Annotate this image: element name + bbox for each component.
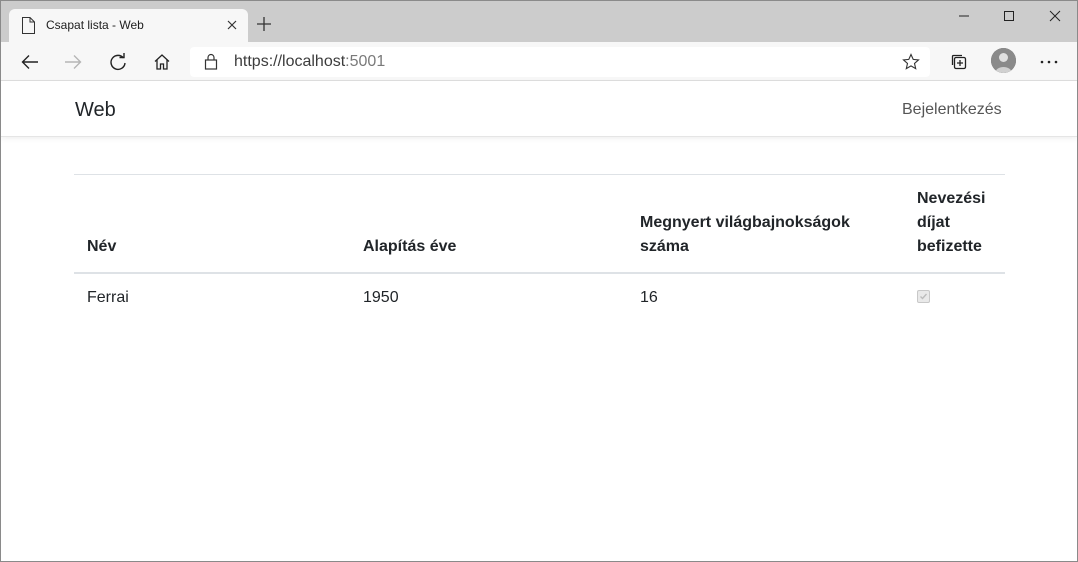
login-link[interactable]: Bejelentkezés: [902, 101, 1002, 119]
url-port: :5001: [345, 53, 386, 70]
team-table: Név Alapítás éve Megnyert világbajnokság…: [74, 175, 1005, 322]
site-navbar: Web Bejelentkezés: [1, 81, 1077, 137]
home-icon[interactable]: [148, 48, 176, 76]
table-header-row: Név Alapítás éve Megnyert világbajnokság…: [74, 175, 1005, 274]
tab-title: Csapat lista - Web: [46, 18, 144, 32]
header-name: Név: [74, 175, 350, 274]
tab-strip: Csapat lista - Web: [1, 1, 1077, 42]
team-table-wrapper: Név Alapítás éve Megnyert világbajnokság…: [74, 174, 1005, 322]
table-row: Ferrai 1950 16: [74, 273, 1005, 322]
back-icon[interactable]: [16, 48, 44, 76]
favorite-star-icon[interactable]: [902, 53, 920, 71]
header-founded: Alapítás éve: [350, 175, 627, 274]
url-text[interactable]: https://localhost:5001: [234, 53, 385, 71]
new-tab-icon[interactable]: [255, 15, 273, 33]
lock-icon[interactable]: [204, 53, 218, 70]
tab-close-icon[interactable]: [224, 17, 240, 33]
minimize-icon[interactable]: [941, 1, 987, 31]
browser-tab[interactable]: Csapat lista - Web: [9, 9, 248, 42]
url-host: https://localhost: [234, 53, 346, 70]
window-close-icon[interactable]: [1032, 1, 1077, 31]
browser-window: Csapat lista - Web https://localhost:500…: [0, 0, 1078, 562]
forward-icon[interactable]: [59, 48, 87, 76]
maximize-icon[interactable]: [986, 1, 1032, 31]
refresh-icon[interactable]: [104, 48, 132, 76]
address-bar[interactable]: https://localhost:5001: [190, 47, 930, 77]
cell-championships: 16: [640, 289, 658, 306]
cell-founded: 1950: [363, 289, 399, 306]
header-fee-paid: Nevezési díjat befizette: [904, 175, 1005, 274]
profile-avatar[interactable]: [991, 48, 1016, 73]
more-menu-icon[interactable]: [1035, 48, 1063, 76]
collections-icon[interactable]: [945, 48, 973, 76]
header-championships: Megnyert világbajnokságok száma: [627, 175, 904, 274]
fee-paid-checkbox: [917, 290, 930, 303]
cell-name: Ferrai: [87, 289, 129, 306]
navbar-brand-link[interactable]: Web: [75, 99, 116, 122]
page-icon: [22, 17, 35, 34]
page-content: Web Bejelentkezés Név Alapítás éve Megny…: [1, 81, 1077, 561]
cell-fee-paid: [904, 273, 1005, 322]
browser-toolbar: https://localhost:5001: [1, 42, 1077, 81]
